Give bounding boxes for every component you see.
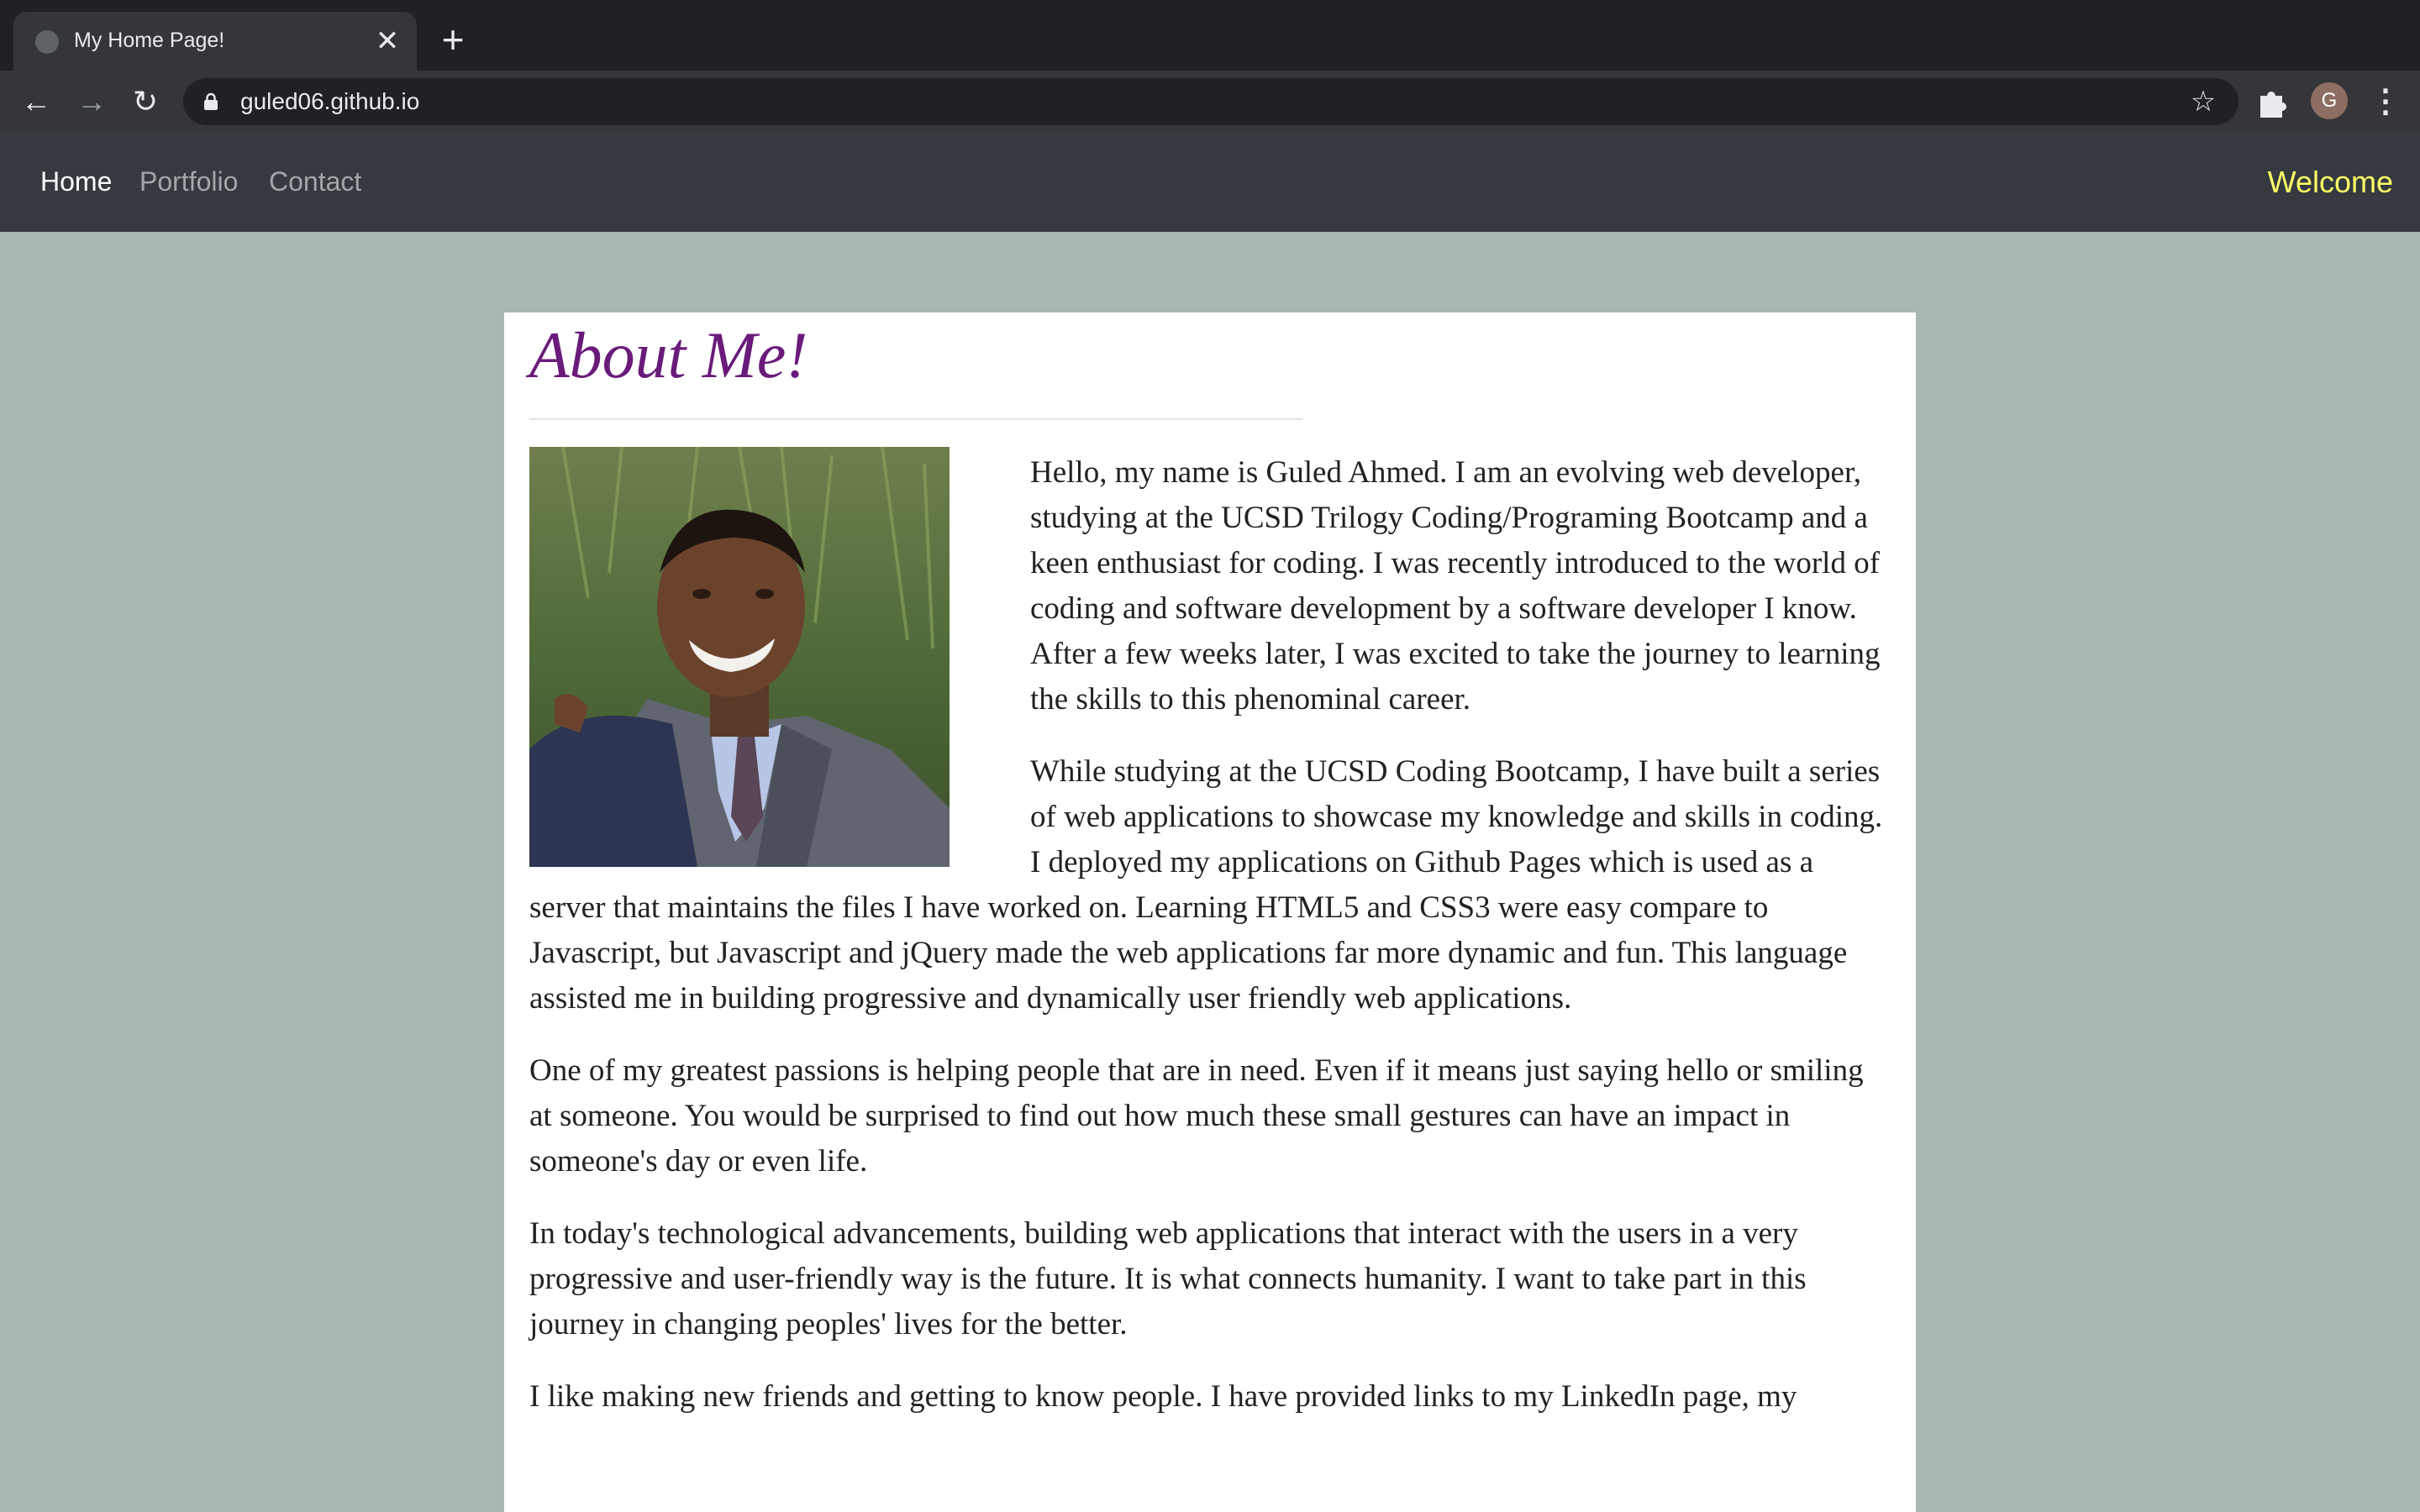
- about-card: About Me! Hello, my name is Guled Ahmed.…: [504, 312, 1916, 1512]
- profile-photo: [529, 447, 950, 867]
- profile-avatar[interactable]: G: [2311, 82, 2348, 119]
- browser-toolbar: ← → ↻ guled06.github.io ☆: [0, 71, 2420, 133]
- puzzle-icon[interactable]: [2254, 84, 2291, 121]
- nav-link-home[interactable]: Home: [40, 166, 112, 197]
- close-tab-icon[interactable]: ✕: [370, 24, 405, 59]
- welcome-text: Welcome: [2267, 165, 2393, 199]
- page-title: About Me!: [529, 318, 808, 391]
- url-text: guled06.github.io: [240, 88, 420, 114]
- nav-link-portfolio[interactable]: Portfolio: [139, 166, 238, 197]
- browser-tab[interactable]: My Home Page! ✕: [13, 12, 417, 71]
- browser-tabstrip: My Home Page! ✕ +: [0, 0, 2420, 71]
- site-navbar: Home Portfolio Contact Welcome: [0, 133, 2420, 232]
- bio-text: Hello, my name is Guled Ahmed. I am an e…: [529, 447, 1892, 1446]
- bio-paragraph: In today's technological advancements, b…: [529, 1216, 1807, 1341]
- bio-paragraph: One of my greatest passions is helping p…: [529, 1053, 1864, 1179]
- nav-link-contact[interactable]: Contact: [269, 166, 361, 197]
- lock-icon: [204, 92, 218, 110]
- browser-menu-icon[interactable]: ⋮: [2370, 81, 2402, 123]
- bookmark-star-icon[interactable]: ☆: [2186, 85, 2220, 118]
- back-button[interactable]: ←: [17, 82, 55, 121]
- address-bar[interactable]: guled06.github.io ☆: [183, 78, 2238, 125]
- reload-button[interactable]: ↻: [126, 82, 165, 121]
- title-divider: [529, 418, 1302, 420]
- forward-button[interactable]: →: [72, 82, 111, 121]
- bio-paragraph: I like making new friends and getting to…: [529, 1379, 1797, 1414]
- globe-icon: [35, 30, 59, 54]
- new-tab-button[interactable]: +: [432, 18, 474, 60]
- tab-title: My Home Page!: [74, 29, 225, 52]
